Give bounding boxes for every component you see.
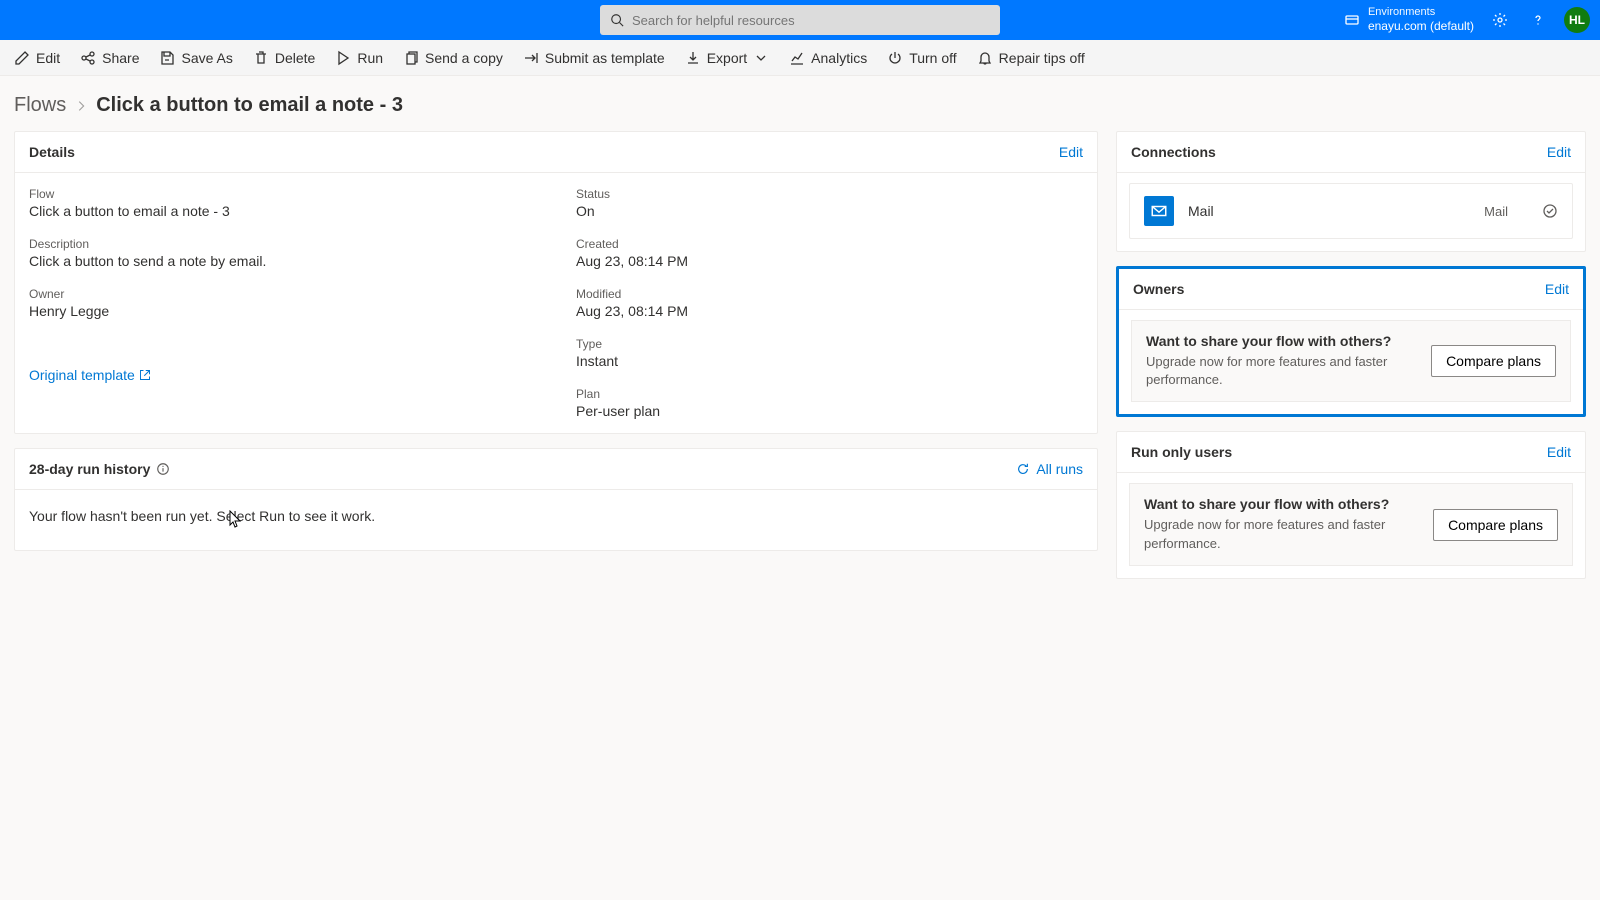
breadcrumb: Flows Click a button to email a note - 3 — [0, 76, 1600, 131]
details-title: Details — [29, 144, 75, 160]
mail-icon — [1144, 196, 1174, 226]
run-only-edit-link[interactable]: Edit — [1547, 444, 1571, 460]
edit-icon — [14, 50, 30, 66]
run-only-title: Run only users — [1131, 444, 1232, 460]
owners-promo: Want to share your flow with others? Upg… — [1131, 320, 1571, 402]
power-icon — [887, 50, 903, 66]
flow-value: Click a button to email a note - 3 — [29, 203, 536, 219]
run-only-users-card: Run only users Edit Want to share your f… — [1116, 431, 1586, 578]
owners-promo-title: Want to share your flow with others? — [1146, 333, 1411, 349]
connection-item[interactable]: Mail Mail — [1129, 183, 1573, 239]
copy-icon — [403, 50, 419, 66]
details-edit-link[interactable]: Edit — [1059, 144, 1083, 160]
owners-promo-sub: Upgrade now for more features and faster… — [1146, 353, 1411, 389]
breadcrumb-current: Click a button to email a note - 3 — [96, 94, 403, 117]
content-area: Details Edit Flow Click a button to email… — [0, 131, 1600, 599]
edit-button[interactable]: Edit — [14, 50, 60, 66]
settings-button[interactable] — [1488, 8, 1512, 32]
run-history-card: 28-day run history All runs Your flow ha… — [14, 448, 1098, 551]
bell-icon — [977, 50, 993, 66]
modified-label: Modified — [576, 287, 1083, 301]
desc-label: Description — [29, 237, 536, 251]
run-only-promo-title: Want to share your flow with others? — [1144, 496, 1413, 512]
run-only-promo-sub: Upgrade now for more features and faster… — [1144, 516, 1413, 552]
trash-icon — [253, 50, 269, 66]
run-history-empty: Your flow hasn't been run yet. Select Ru… — [15, 490, 1097, 550]
type-value: Instant — [576, 353, 1083, 369]
gear-icon — [1492, 12, 1508, 28]
created-value: Aug 23, 08:14 PM — [576, 253, 1083, 269]
chevron-down-icon — [753, 50, 769, 66]
export-icon — [685, 50, 701, 66]
share-button[interactable]: Share — [80, 50, 139, 66]
modified-value: Aug 23, 08:14 PM — [576, 303, 1083, 319]
search-icon — [610, 13, 624, 27]
refresh-icon — [1016, 462, 1030, 476]
plan-value: Per-user plan — [576, 403, 1083, 419]
compare-plans-button[interactable]: Compare plans — [1431, 345, 1556, 377]
user-avatar[interactable]: HL — [1564, 7, 1590, 33]
environment-picker[interactable]: Environments enayu.com (default) — [1344, 6, 1474, 34]
owner-label: Owner — [29, 287, 536, 301]
connection-type: Mail — [1484, 204, 1508, 219]
question-icon — [1530, 12, 1546, 28]
owners-title: Owners — [1133, 281, 1184, 297]
play-icon — [335, 50, 351, 66]
details-card: Details Edit Flow Click a button to email… — [14, 131, 1098, 434]
owners-edit-link[interactable]: Edit — [1545, 281, 1569, 297]
env-value: enayu.com (default) — [1368, 19, 1474, 33]
owner-value: Henry Legge — [29, 303, 536, 319]
submit-icon — [523, 50, 539, 66]
analytics-button[interactable]: Analytics — [789, 50, 867, 66]
app-header: Environments enayu.com (default) HL — [0, 0, 1600, 40]
submit-template-button[interactable]: Submit as template — [523, 50, 665, 66]
status-label: Status — [576, 187, 1083, 201]
chart-icon — [789, 50, 805, 66]
help-button[interactable] — [1526, 8, 1550, 32]
search-input[interactable] — [632, 13, 990, 28]
connections-card: Connections Edit Mail Mail — [1116, 131, 1586, 252]
env-label: Environments — [1368, 6, 1474, 19]
status-value: On — [576, 203, 1083, 219]
run-only-promo: Want to share your flow with others? Upg… — [1129, 483, 1573, 565]
header-right: Environments enayu.com (default) HL — [1344, 6, 1600, 34]
search-container — [600, 5, 1000, 35]
original-template-link[interactable]: Original template — [29, 367, 536, 383]
export-button[interactable]: Export — [685, 50, 769, 66]
search-box[interactable] — [600, 5, 1000, 35]
flow-label: Flow — [29, 187, 536, 201]
delete-button[interactable]: Delete — [253, 50, 315, 66]
type-label: Type — [576, 337, 1083, 351]
check-circle-icon — [1542, 203, 1558, 219]
info-icon[interactable] — [156, 462, 170, 476]
desc-value: Click a button to send a note by email. — [29, 253, 536, 269]
owners-card: Owners Edit Want to share your flow with… — [1116, 266, 1586, 417]
run-button[interactable]: Run — [335, 50, 383, 66]
save-as-button[interactable]: Save As — [159, 50, 232, 66]
connections-edit-link[interactable]: Edit — [1547, 144, 1571, 160]
all-runs-link[interactable]: All runs — [1016, 461, 1083, 477]
connections-title: Connections — [1131, 144, 1216, 160]
share-icon — [80, 50, 96, 66]
external-link-icon — [139, 369, 151, 381]
chevron-right-icon — [74, 99, 88, 113]
compare-plans-button[interactable]: Compare plans — [1433, 509, 1558, 541]
environment-icon — [1344, 12, 1360, 28]
repair-tips-button[interactable]: Repair tips off — [977, 50, 1085, 66]
send-copy-button[interactable]: Send a copy — [403, 50, 503, 66]
created-label: Created — [576, 237, 1083, 251]
plan-label: Plan — [576, 387, 1083, 401]
connection-name: Mail — [1188, 203, 1470, 219]
run-history-title: 28-day run history — [29, 461, 150, 477]
turn-off-button[interactable]: Turn off — [887, 50, 956, 66]
command-bar: Edit Share Save As Delete Run Send a cop… — [0, 40, 1600, 76]
save-icon — [159, 50, 175, 66]
breadcrumb-root[interactable]: Flows — [14, 94, 66, 117]
